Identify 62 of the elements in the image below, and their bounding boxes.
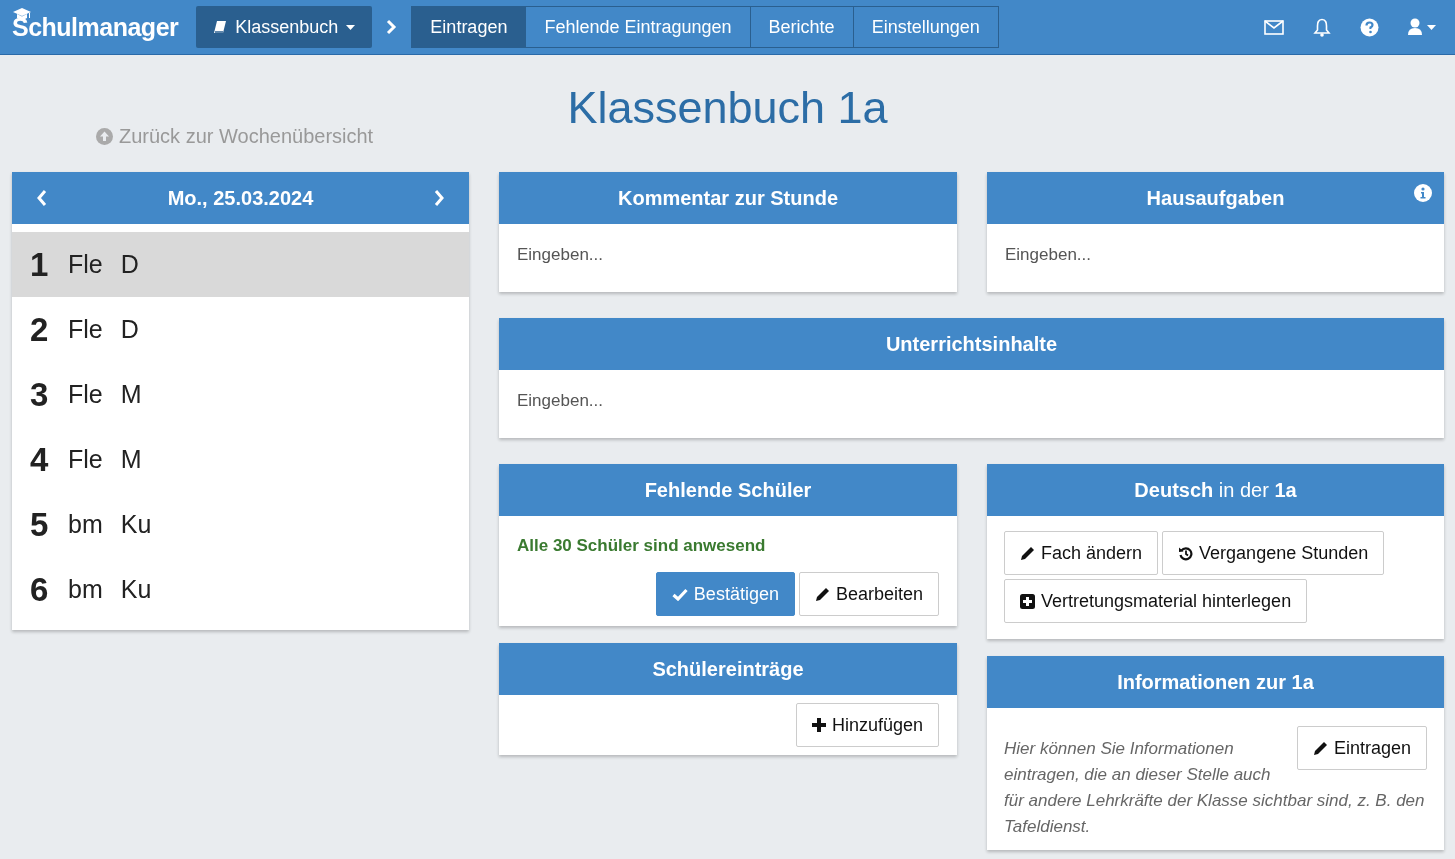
pencil-icon bbox=[814, 586, 830, 602]
subject-code: Ku bbox=[120, 575, 152, 604]
date-title: Mo., 25.03.2024 bbox=[167, 186, 314, 210]
teacher-code: Fle bbox=[68, 315, 103, 344]
chevron-left-icon[interactable] bbox=[36, 189, 48, 207]
teacher-code: bm bbox=[68, 510, 103, 539]
arrow-up-circle-icon bbox=[96, 128, 113, 145]
subject-code: M bbox=[120, 380, 142, 409]
help-icon[interactable] bbox=[1360, 17, 1379, 37]
teacher-code: bm bbox=[68, 575, 103, 604]
nav-tab[interactable]: Eintragen bbox=[412, 7, 527, 47]
subject-code: M bbox=[120, 445, 142, 474]
lesson-number: 4 bbox=[30, 440, 50, 479]
upload-material-button[interactable]: Vertretungsmaterial hinterlegen bbox=[1004, 579, 1308, 623]
change-subject-button[interactable]: Fach ändern bbox=[1004, 531, 1159, 575]
lesson-row[interactable]: 6 bm Ku bbox=[12, 557, 469, 622]
lesson-row[interactable]: 1 Fle D bbox=[12, 232, 469, 297]
lesson-row[interactable]: 5 bm Ku bbox=[12, 492, 469, 557]
book-icon bbox=[213, 19, 228, 35]
chevron-right-icon[interactable] bbox=[433, 189, 445, 207]
page-title: Klassenbuch 1a bbox=[566, 81, 889, 134]
lesson-number: 6 bbox=[30, 570, 50, 609]
mail-icon[interactable] bbox=[1264, 19, 1284, 35]
panel-header: Kommentar zur Stunde bbox=[499, 172, 957, 224]
panel-header: Fehlende Schüler bbox=[499, 464, 957, 516]
module-dropdown[interactable]: Klassenbuch bbox=[196, 6, 373, 48]
teacher-code: Fle bbox=[68, 250, 103, 279]
lesson-number: 3 bbox=[30, 375, 50, 414]
edit-button[interactable]: Bearbeiten bbox=[798, 572, 939, 616]
check-icon bbox=[671, 587, 688, 601]
caret-icon bbox=[346, 24, 356, 30]
chevron-right-icon bbox=[385, 19, 398, 35]
brand-logo[interactable]: Schulmanager bbox=[12, 12, 179, 42]
status-text: Alle 30 Schüler sind anwesend bbox=[517, 536, 767, 556]
enter-button[interactable]: Eintragen bbox=[1296, 726, 1427, 770]
info-icon[interactable] bbox=[1414, 184, 1432, 202]
pencil-icon bbox=[1020, 545, 1035, 561]
panel-title: Hausaufgaben bbox=[1146, 186, 1285, 210]
subject-code: D bbox=[120, 250, 139, 279]
history-icon bbox=[1178, 545, 1194, 561]
lesson-number: 1 bbox=[30, 245, 50, 284]
lesson-number: 5 bbox=[30, 505, 50, 544]
add-button[interactable]: Hinzufügen bbox=[795, 703, 939, 747]
lesson-row[interactable]: 3 Fle M bbox=[12, 362, 469, 427]
confirm-button[interactable]: Bestätigen bbox=[655, 572, 795, 616]
teacher-code: Fle bbox=[68, 380, 103, 409]
pencil-icon bbox=[1312, 740, 1328, 756]
panel-header: Schülereinträge bbox=[499, 643, 957, 695]
panel-header: Unterrichtsinhalte bbox=[499, 318, 1444, 370]
bell-icon[interactable] bbox=[1313, 17, 1331, 37]
lesson-row[interactable]: 4 Fle M bbox=[12, 427, 469, 492]
lesson-row[interactable]: 2 Fle D bbox=[12, 297, 469, 362]
panel-header: Informationen zur 1a bbox=[987, 656, 1444, 708]
subject-code: Ku bbox=[120, 510, 152, 539]
plus-square-icon bbox=[1020, 593, 1035, 609]
plus-icon bbox=[811, 718, 826, 732]
subject-code: D bbox=[120, 315, 139, 344]
teacher-code: Fle bbox=[68, 445, 103, 474]
history-button[interactable]: Vergangene Stunden bbox=[1162, 531, 1385, 575]
info-text: für andere Lehrkräfte der Klasse sichtbar sind, z. B. den Tafeldienst. bbox=[1004, 790, 1426, 838]
panel-header: Deutsch in der 1a bbox=[987, 464, 1444, 516]
lesson-number: 2 bbox=[30, 310, 50, 349]
